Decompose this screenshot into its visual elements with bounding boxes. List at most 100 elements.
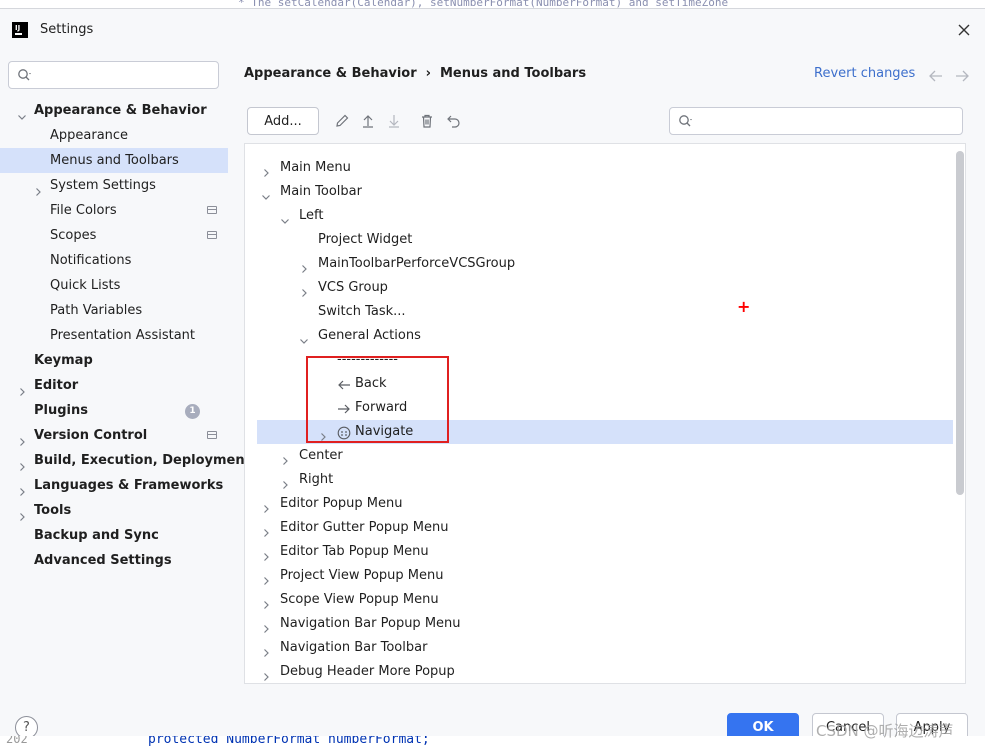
tree-node-right[interactable]: Right — [245, 468, 955, 492]
tree-node-vcs-group[interactable]: VCS Group — [245, 276, 955, 300]
sidebar-item-keymap[interactable]: Keymap — [0, 348, 228, 373]
sidebar-item-version-control[interactable]: Version Control — [0, 423, 228, 448]
sidebar-item-path-variables[interactable]: Path Variables — [0, 298, 228, 323]
tree-node-label: MainToolbarPerforceVCSGroup — [318, 256, 516, 271]
sidebar-item-editor[interactable]: Editor — [0, 373, 228, 398]
chevron-right-icon[interactable] — [261, 547, 271, 561]
chevron-right-icon[interactable] — [17, 506, 27, 521]
tree-scrollbar[interactable] — [956, 151, 964, 495]
chevron-right-icon[interactable] — [299, 283, 309, 297]
chevron-right-icon[interactable] — [261, 619, 271, 633]
tree-node-debug-header-more-popup[interactable]: Debug Header More Popup — [245, 660, 955, 683]
tree-node-label: Editor Tab Popup Menu — [280, 544, 429, 559]
sidebar-item-languages-frameworks[interactable]: Languages & Frameworks — [0, 473, 228, 498]
sidebar-item-appearance[interactable]: Appearance — [0, 123, 228, 148]
tree-node-general-actions[interactable]: General Actions — [245, 324, 955, 348]
add-button[interactable]: Add... — [247, 107, 319, 135]
chevron-right-icon[interactable] — [17, 456, 27, 471]
settings-sidebar: Appearance & Behavior Appearance Menus and… — [0, 51, 251, 691]
chevron-right-icon[interactable] — [17, 381, 27, 396]
tree-node-switch-task[interactable]: Switch Task... — [245, 300, 955, 324]
chevron-right-icon[interactable] — [280, 475, 290, 489]
sidebar-item-presentation-assistant[interactable]: Presentation Assistant — [0, 323, 228, 348]
move-down-icon[interactable] — [386, 113, 402, 129]
tree-search-field[interactable] — [669, 107, 963, 135]
sidebar-item-build-execution-deployment[interactable]: Build, Execution, Deployment — [0, 448, 251, 473]
tree-node-editor-tab-popup-menu[interactable]: Editor Tab Popup Menu — [245, 540, 955, 564]
sidebar-item-system-settings[interactable]: System Settings — [0, 173, 228, 198]
revert-changes-link[interactable]: Revert changes — [814, 66, 915, 81]
sidebar-item-label: Menus and Toolbars — [50, 153, 179, 168]
menus-toolbars-tree: Main Menu Main Toolbar Left Project Widget M… — [244, 143, 966, 684]
tree-node-label: General Actions — [318, 328, 421, 343]
chevron-right-icon[interactable] — [17, 481, 27, 496]
edit-icon[interactable] — [334, 113, 350, 129]
chevron-right-icon[interactable] — [299, 259, 309, 273]
sidebar-item-backup-and-sync[interactable]: Backup and Sync — [0, 523, 228, 548]
move-up-icon[interactable] — [360, 113, 376, 129]
tree-node-navigate[interactable]: Navigate — [257, 420, 953, 444]
tree-node-project-view-popup-menu[interactable]: Project View Popup Menu — [245, 564, 955, 588]
chevron-right-icon[interactable] — [261, 499, 271, 513]
sidebar-item-notifications[interactable]: Notifications — [0, 248, 228, 273]
tree-node-back[interactable]: Back — [245, 372, 955, 396]
chevron-right-icon[interactable] — [261, 595, 271, 609]
tree-node-center[interactable]: Center — [245, 444, 955, 468]
chevron-right-icon[interactable] — [280, 451, 290, 465]
chevron-down-icon[interactable] — [280, 211, 290, 224]
intellij-logo-icon: IJ — [12, 22, 28, 38]
delete-icon[interactable] — [419, 113, 435, 129]
tree-node-forward[interactable]: Forward — [245, 396, 955, 420]
chevron-right-icon[interactable] — [261, 643, 271, 657]
sidebar-search-field[interactable] — [8, 61, 219, 89]
tree-node-project-widget[interactable]: Project Widget — [245, 228, 955, 252]
tree-node-editor-popup-menu[interactable]: Editor Popup Menu — [245, 492, 955, 516]
sidebar-item-advanced-settings[interactable]: Advanced Settings — [0, 548, 228, 573]
settings-nav-tree: Appearance & Behavior Appearance Menus and… — [0, 98, 251, 573]
sidebar-item-label: Build, Execution, Deployment — [34, 453, 251, 468]
chevron-right-icon[interactable] — [261, 523, 271, 537]
sidebar-item-file-colors[interactable]: File Colors — [0, 198, 228, 223]
chevron-right-icon[interactable] — [261, 163, 271, 177]
chevron-right-icon[interactable] — [261, 667, 271, 681]
sidebar-search-input[interactable] — [39, 66, 209, 84]
sidebar-item-label: Appearance & Behavior — [34, 103, 207, 118]
tree-node-maintoolbarperforcevcsgroup[interactable]: MainToolbarPerforceVCSGroup — [245, 252, 955, 276]
chevron-down-icon[interactable] — [261, 187, 271, 200]
close-icon[interactable] — [953, 19, 975, 41]
tree-node-main-toolbar[interactable]: Main Toolbar — [245, 180, 955, 204]
tree-node-navigation-bar-popup-menu[interactable]: Navigation Bar Popup Menu — [245, 612, 955, 636]
back-arrow-icon[interactable] — [928, 69, 944, 83]
sidebar-item-appearance-behavior[interactable]: Appearance & Behavior — [0, 98, 228, 123]
tree-node-navigation-bar-toolbar[interactable]: Navigation Bar Toolbar — [245, 636, 955, 660]
chevron-down-icon[interactable] — [299, 331, 309, 344]
chevron-right-icon[interactable] — [318, 427, 328, 441]
tree-node-label: Debug Header More Popup — [280, 664, 455, 679]
sidebar-item-label: Scopes — [50, 228, 97, 243]
chevron-right-icon[interactable] — [17, 431, 27, 446]
editor-line-number: 202 — [6, 736, 28, 746]
tree-node-separator[interactable]: ------------- — [245, 348, 955, 372]
tree-node-editor-gutter-popup-menu[interactable]: Editor Gutter Popup Menu — [245, 516, 955, 540]
tree-node-label: Project Widget — [318, 232, 413, 247]
tree-node-main-menu[interactable]: Main Menu — [245, 156, 955, 180]
tree-search-input[interactable] — [700, 112, 950, 130]
project-level-icon — [207, 431, 217, 439]
chevron-right-icon[interactable] — [33, 181, 43, 196]
forward-arrow-icon[interactable] — [954, 69, 970, 83]
tree-node-label: Main Menu — [280, 160, 351, 175]
sidebar-item-label: Advanced Settings — [34, 553, 172, 568]
sidebar-item-plugins[interactable]: Plugins 1 — [0, 398, 228, 423]
search-icon — [678, 114, 694, 132]
restore-icon[interactable] — [445, 113, 461, 129]
breadcrumb-parent[interactable]: Appearance & Behavior — [244, 66, 417, 81]
chevron-down-icon[interactable] — [17, 106, 27, 120]
tree-node-label: Left — [299, 208, 324, 223]
sidebar-item-tools[interactable]: Tools — [0, 498, 228, 523]
chevron-right-icon[interactable] — [261, 571, 271, 585]
sidebar-item-menus-and-toolbars[interactable]: Menus and Toolbars — [0, 148, 228, 173]
tree-node-scope-view-popup-menu[interactable]: Scope View Popup Menu — [245, 588, 955, 612]
tree-node-left[interactable]: Left — [245, 204, 955, 228]
sidebar-item-quick-lists[interactable]: Quick Lists — [0, 273, 228, 298]
sidebar-item-scopes[interactable]: Scopes — [0, 223, 228, 248]
